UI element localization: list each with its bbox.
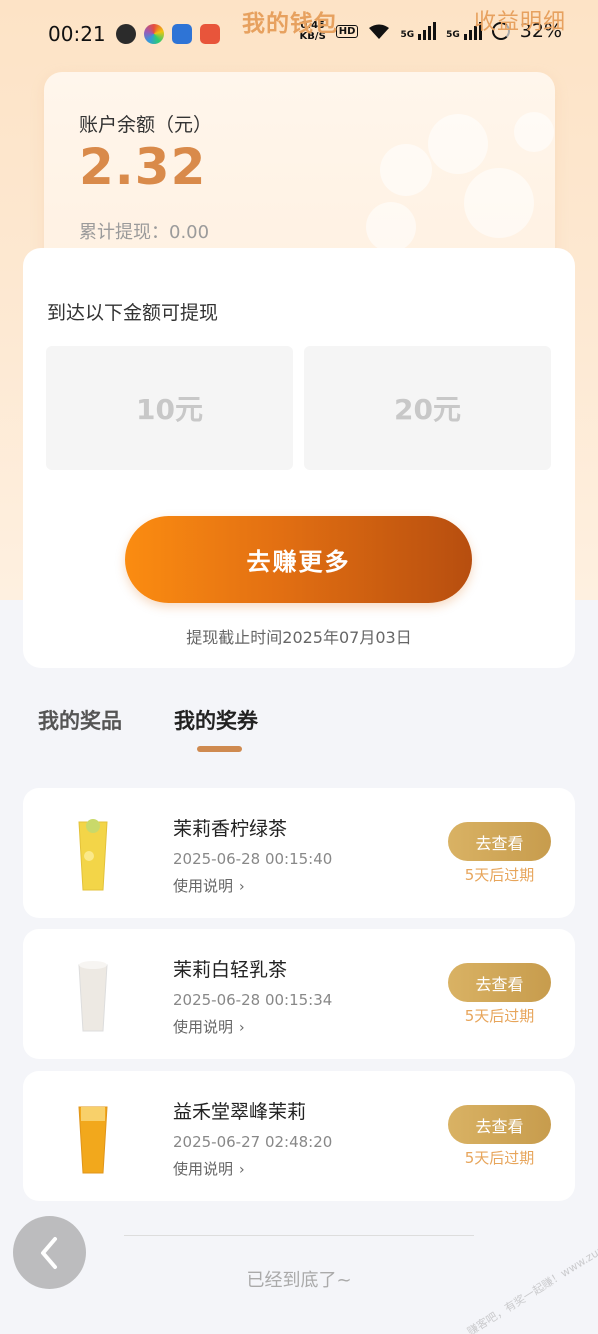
app-blue-icon [172, 24, 192, 44]
decor-bubble [428, 114, 488, 174]
expire-text: 5天后过期 [464, 1149, 535, 1167]
view-coupon-button[interactable]: 去查看 [448, 963, 551, 1002]
decor-bubble [366, 202, 416, 252]
withdraw-panel: 到达以下金额可提现 10元 20元 去赚更多 提现截止时间2025年07月03日 [23, 248, 575, 668]
chevron-right-icon: › [239, 1162, 245, 1178]
drink-cup-icon [78, 1106, 108, 1174]
page-title: 我的钱包 [242, 11, 338, 37]
status-time: 00:21 [48, 22, 106, 46]
signal-label: 5G [400, 30, 415, 40]
chevron-left-icon [40, 1236, 57, 1269]
wifi-icon [368, 23, 390, 39]
coupon-name: 茉莉香柠绿茶 [173, 818, 288, 840]
coupon-card: 茉莉香柠绿茶 2025-06-28 00:15:40 使用说明 › 去查看 5天后… [23, 788, 575, 918]
tab-my-coupons[interactable]: 我的奖券 [174, 705, 258, 735]
chevron-right-icon: › [239, 879, 245, 895]
coupon-time: 2025-06-28 00:15:40 [173, 850, 333, 868]
signal-icon: 5G [400, 22, 437, 40]
withdraw-hint: 到达以下金额可提现 [47, 302, 219, 324]
earn-more-button[interactable]: 去赚更多 [125, 516, 472, 603]
chevron-right-icon: › [239, 1020, 245, 1036]
usage-instructions-link[interactable]: 使用说明 › [173, 1016, 245, 1037]
usage-instructions-link[interactable]: 使用说明 › [173, 875, 245, 896]
amount-option-20[interactable]: 20元 [304, 346, 551, 470]
coupon-time: 2025-06-28 00:15:34 [173, 991, 333, 1009]
balance-card: 账户余额（元） 2.32 累计提现：0.00 [44, 72, 555, 272]
notification-icons [116, 24, 220, 44]
usage-label: 使用说明 [173, 1160, 234, 1178]
expire-text: 5天后过期 [464, 1007, 535, 1025]
coupon-name: 茉莉白轻乳茶 [173, 959, 288, 981]
app-color-icon [144, 24, 164, 44]
total-withdrawn: 累计提现：0.00 [79, 222, 210, 243]
coupon-card: 茉莉白轻乳茶 2025-06-28 00:15:34 使用说明 › 去查看 5天后… [23, 929, 575, 1059]
coupon-card: 益禾堂翠峰茉莉 2025-06-27 02:48:20 使用说明 › 去查看 5天… [23, 1071, 575, 1201]
decor-bubble [464, 168, 534, 238]
usage-label: 使用说明 [173, 877, 234, 895]
end-of-list-text: 已经到底了~ [246, 1270, 352, 1291]
drink-cup-icon [78, 961, 108, 1032]
end-divider [124, 1235, 474, 1236]
wechat-icon [116, 24, 136, 44]
withdraw-deadline: 提现截止时间2025年07月03日 [186, 628, 412, 647]
usage-label: 使用说明 [173, 1018, 234, 1036]
view-coupon-button[interactable]: 去查看 [448, 822, 551, 861]
back-button[interactable] [13, 1216, 86, 1289]
coupon-name: 益禾堂翠峰茉莉 [173, 1101, 307, 1123]
hd-icon: HD [335, 24, 359, 38]
expire-text: 5天后过期 [464, 866, 535, 884]
decor-bubble [380, 144, 432, 196]
balance-value: 2.32 [79, 138, 207, 196]
view-coupon-button[interactable]: 去查看 [448, 1105, 551, 1144]
income-details-link[interactable]: 收益明细 [474, 4, 566, 36]
amount-option-10[interactable]: 10元 [46, 346, 293, 470]
active-tab-indicator [197, 746, 242, 752]
balance-label: 账户余额（元） [79, 114, 213, 136]
tab-my-prizes[interactable]: 我的奖品 [38, 705, 122, 735]
signal-label-2: 5G [446, 30, 460, 40]
usage-instructions-link[interactable]: 使用说明 › [173, 1158, 245, 1179]
drink-cup-icon [78, 819, 108, 891]
app-red-icon [200, 24, 220, 44]
decor-bubble [514, 112, 554, 152]
coupon-time: 2025-06-27 02:48:20 [173, 1133, 333, 1151]
